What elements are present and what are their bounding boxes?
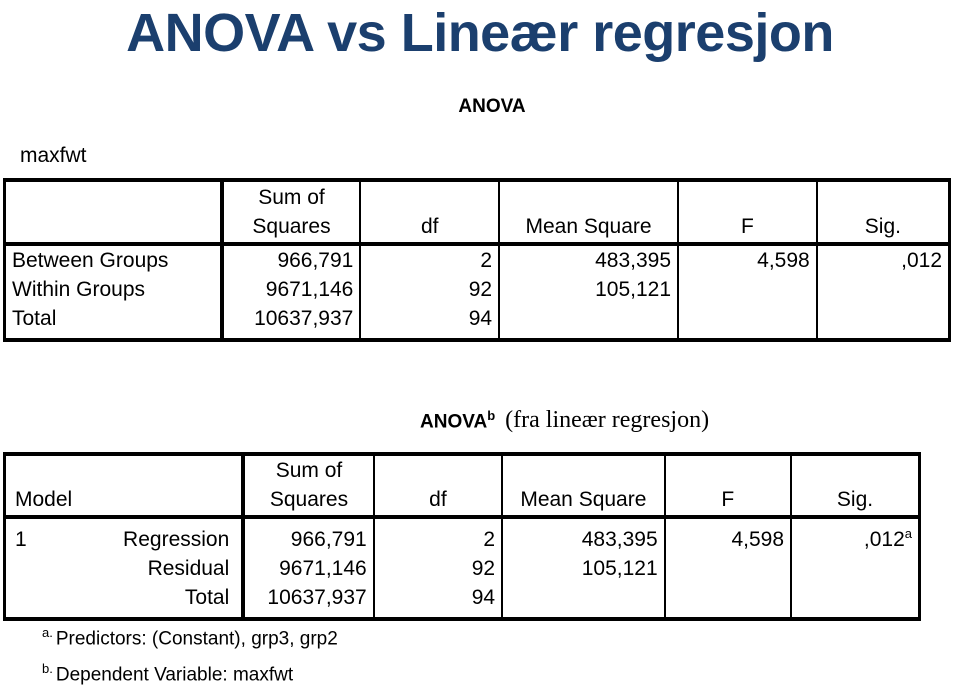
cell-df: 94 [359, 304, 500, 340]
cell-f [663, 583, 792, 619]
footnote-marker-a: a. [42, 625, 53, 640]
table-footnotes: a. Predictors: (Constant), grp3, grp2 b. D… [42, 618, 338, 691]
page-title: ANOVA vs Lineær regresjon [126, 3, 834, 63]
table-row: Total 10637,937 94 [5, 304, 950, 340]
anova-regression-block: ANOVAb (fra lineær regresjon) Model Sum o… [0, 404, 960, 686]
table-row: 1 Regression 966,791 2 483,395 4,598 ,01… [5, 517, 920, 554]
table-row: Within Groups 9671,146 92 105,121 [5, 275, 950, 304]
cell-df: 92 [372, 554, 503, 583]
cell-df: 94 [372, 583, 503, 619]
header-row: Sum of Squares df Mean Square F Sig. [4, 180, 950, 246]
footnote-b: b. Dependent Variable: maxfwt [42, 654, 338, 690]
cell-mean-square: 105,121 [501, 554, 665, 583]
anova-regression-caption: ANOVAb (fra lineær regresjon) [0, 404, 960, 434]
cell-f: 4,598 [677, 244, 817, 275]
cell-mean-square: 105,121 [498, 275, 679, 304]
header-cell-f: F [663, 454, 792, 519]
cell-sig: ,012a [790, 517, 920, 554]
cell-mean-square: 483,395 [498, 244, 679, 275]
header-cell-model-sub [90, 454, 244, 519]
cell-sig [790, 583, 920, 619]
table-row: Residual 9671,146 92 105,121 [5, 554, 920, 583]
header-cell-sum-of-squares: Sum of Squares [241, 454, 374, 519]
row-label: Within Groups [12, 278, 146, 301]
cell-sum-of-squares: 10637,937 [241, 583, 374, 619]
anova-oneway-block: ANOVA maxfwt Sum of Squares df Mean Squa… [0, 96, 960, 342]
cell-model-number [5, 554, 91, 583]
table-row: Total 10637,937 94 [5, 583, 920, 619]
cell-mean-square: 483,395 [501, 517, 665, 554]
header-cell-sum-of-squares: Sum of Squares [219, 180, 361, 246]
header-cell-df: df [372, 454, 503, 519]
caption-note-text: (fra lineær regresjon) [505, 407, 710, 434]
cell-df: 92 [359, 275, 500, 304]
header-cell-df: df [359, 180, 500, 246]
header-cell-sig: Sig. [790, 454, 920, 519]
header-line-2: Squares [269, 488, 349, 511]
anova-oneway-table: Sum of Squares df Mean Square F Sig. Bet… [3, 178, 951, 342]
table-header: Model Sum of Squares df Mean Square F Si… [4, 454, 920, 519]
row-label: Regression [123, 528, 230, 551]
row-label: Total [12, 307, 57, 330]
cell-sum-of-squares: 9671,146 [241, 554, 374, 583]
cell-mean-square [501, 583, 665, 619]
header-line-2: Squares [252, 215, 331, 238]
header-line-1: Sum of [258, 186, 325, 209]
anova-oneway-caption: ANOVA [458, 96, 526, 117]
cell-sig [815, 304, 950, 340]
caption-footnote-marker: b [487, 408, 496, 423]
table-row: Between Groups 966,791 2 483,395 4,598 ,… [5, 244, 950, 275]
header-cell-mean-square: Mean Square [498, 180, 679, 246]
header-line-1: Sum of [275, 459, 343, 482]
footnote-text-a: Predictors: (Constant), grp3, grp2 [55, 628, 338, 650]
footnote-marker-b: b. [42, 661, 53, 677]
cell-sig-value: ,012 [863, 528, 905, 551]
header-row: Model Sum of Squares df Mean Square F Si… [4, 454, 920, 519]
footnote-text-b: Dependent Variable: maxfwt [55, 664, 294, 686]
cell-sum-of-squares: 966,791 [219, 244, 361, 275]
cell-sig [790, 554, 920, 583]
header-cell-model: Model [4, 454, 91, 519]
footnote-a: a. Predictors: (Constant), grp3, grp2 [42, 618, 338, 654]
cell-mean-square [498, 304, 679, 340]
cell-sig [815, 275, 950, 304]
cell-f [677, 275, 817, 304]
caption-main-text: ANOVA [420, 411, 488, 433]
cell-sig-footnote-marker: a [904, 526, 912, 541]
cell-df: 2 [359, 244, 500, 275]
header-cell-sig: Sig. [815, 180, 950, 246]
anova-regression-table: Model Sum of Squares df Mean Square F Si… [3, 452, 921, 621]
table-header: Sum of Squares df Mean Square F Sig. [4, 180, 950, 246]
row-label: Between Groups [12, 249, 169, 272]
dependent-variable-label: maxfwt [20, 144, 87, 167]
header-cell-blank [4, 180, 222, 246]
table-body: Between Groups 966,791 2 483,395 4,598 ,… [5, 244, 950, 340]
table-body: 1 Regression 966,791 2 483,395 4,598 ,01… [5, 517, 920, 619]
cell-f [677, 304, 817, 340]
cell-sum-of-squares: 9671,146 [219, 275, 361, 304]
cell-f [663, 554, 792, 583]
cell-sig: ,012 [815, 244, 950, 275]
header-cell-f: F [677, 180, 817, 246]
cell-f: 4,598 [663, 517, 792, 554]
row-label: Total [184, 586, 230, 609]
cell-sum-of-squares: 10637,937 [219, 304, 361, 340]
cell-df: 2 [372, 517, 503, 554]
header-cell-mean-square: Mean Square [501, 454, 665, 519]
cell-sum-of-squares: 966,791 [241, 517, 374, 554]
cell-model-number [5, 583, 91, 619]
cell-model-number: 1 [15, 528, 27, 551]
row-label: Residual [147, 557, 230, 580]
